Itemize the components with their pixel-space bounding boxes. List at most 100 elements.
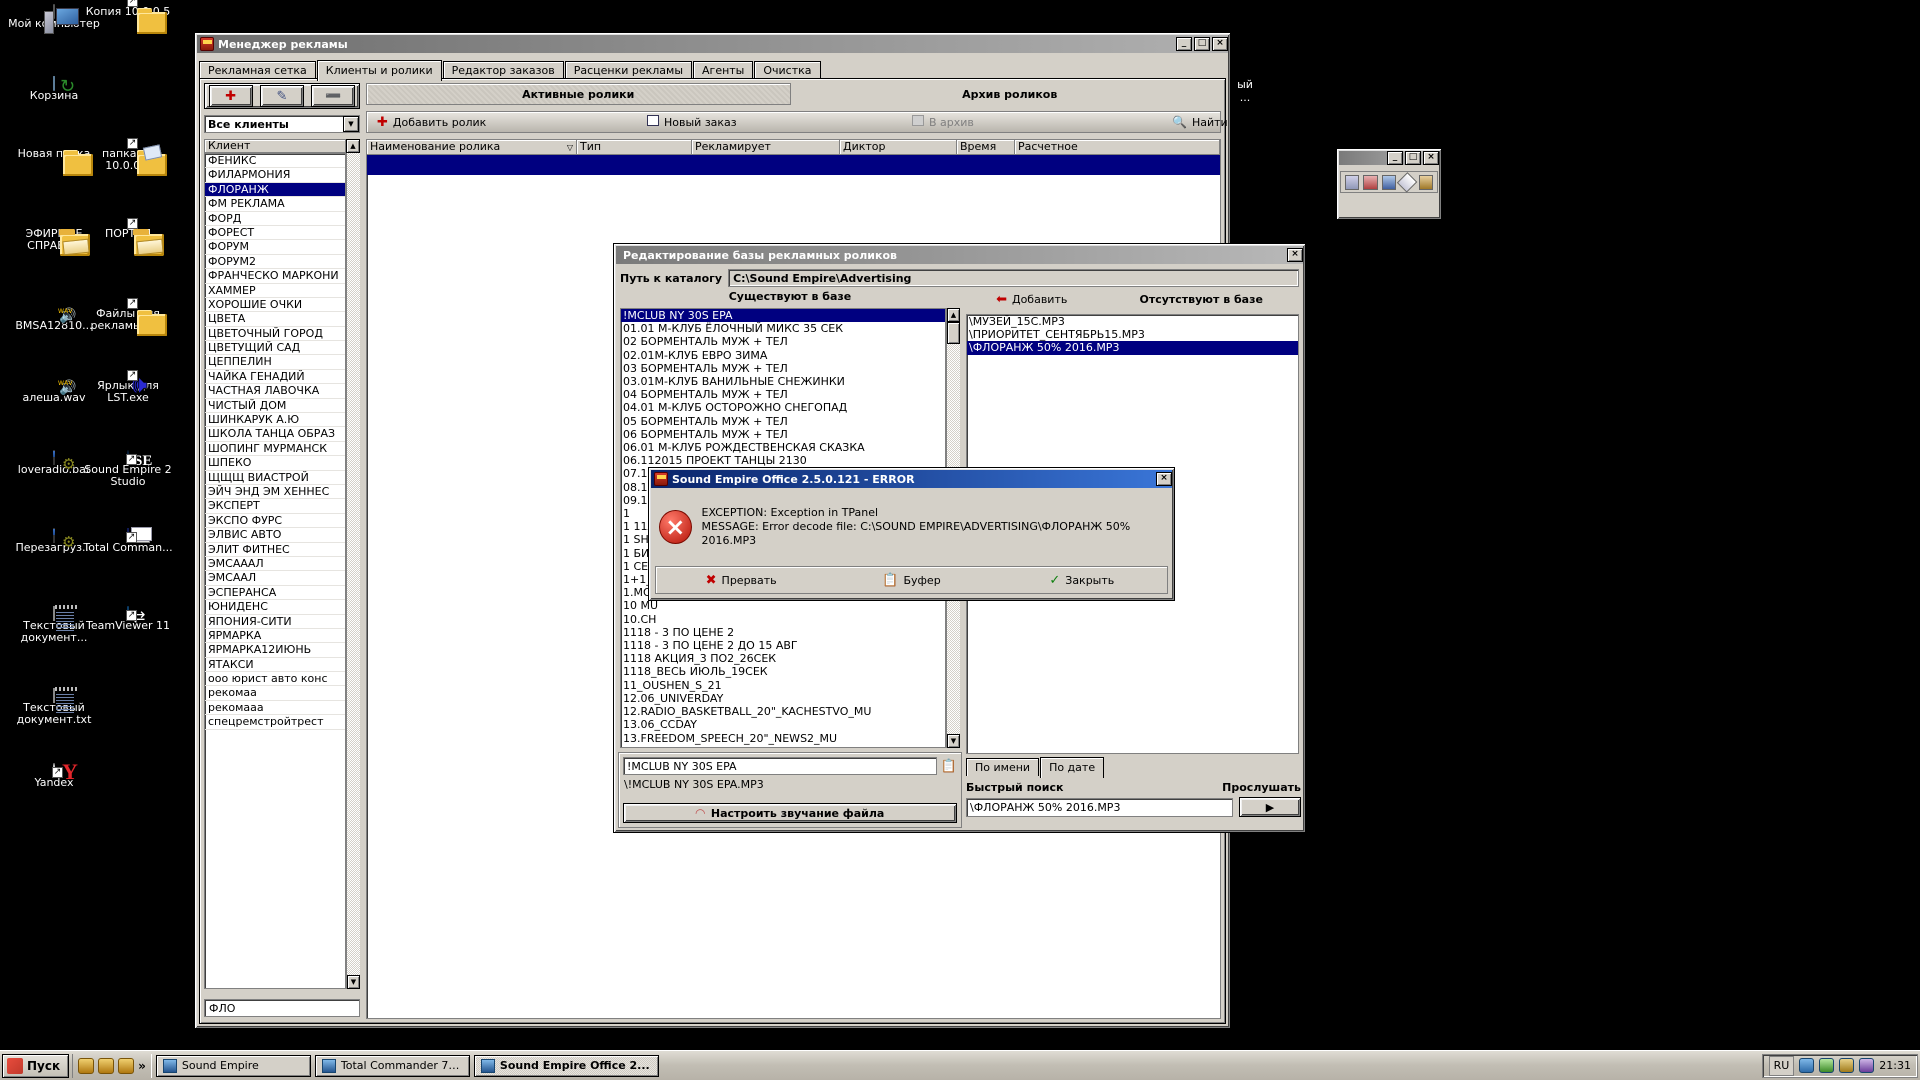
client-list-item[interactable]: ЯТАКСИ bbox=[205, 658, 345, 673]
client-list-item[interactable]: ЭКСПЕРТ bbox=[205, 499, 345, 514]
rolls-grid-selected-row[interactable] bbox=[367, 155, 1220, 175]
toolbar-search-button[interactable]: 🔍 Найти ролик bbox=[1162, 112, 1276, 132]
desktop-icon-network-folder-shortcut-icon[interactable]: ↗ папка на 10.0.0.5 bbox=[82, 138, 174, 176]
client-list-item[interactable]: ЭКСПО ФУРС bbox=[205, 514, 345, 529]
desktop-icon-text-document-icon[interactable]: Текстовый документ.txt bbox=[8, 688, 100, 726]
chevron-down-icon[interactable]: ▼ bbox=[343, 116, 359, 132]
maximize-button[interactable]: □ bbox=[1194, 37, 1210, 51]
desktop-icon-lst-shortcut-icon[interactable]: ↗ Ярлык для LST.exe bbox=[82, 370, 174, 404]
window-tool-icon-1[interactable] bbox=[1345, 174, 1360, 190]
main-tab-3[interactable]: Расценки рекламы bbox=[564, 61, 693, 79]
existing-list-item[interactable]: 06 БОРМЕНТАЛЬ МУЖ + ТЕЛ bbox=[621, 428, 945, 441]
quicklaunch-more-chevron-icon[interactable]: » bbox=[138, 1059, 146, 1073]
client-list-item[interactable]: рекомааа bbox=[205, 701, 345, 716]
client-list-item[interactable]: ФЕНИКС bbox=[205, 154, 345, 169]
client-list-item[interactable]: ФРАНЧЕСКО МАРКОНИ bbox=[205, 269, 345, 284]
left-scroll-thumb[interactable] bbox=[947, 322, 960, 344]
client-list-item[interactable]: ШКОЛА ТАНЦА ОБРАЗ bbox=[205, 427, 345, 442]
play-button[interactable]: ▶ bbox=[1239, 797, 1301, 817]
error-button-clipboard[interactable]: 📋 Буфер bbox=[826, 573, 996, 588]
quicklaunch-save-icon[interactable] bbox=[98, 1057, 115, 1074]
edit-client-button[interactable]: ✎ bbox=[259, 85, 304, 107]
system-tray[interactable]: RU 21:31 bbox=[1761, 1053, 1918, 1078]
client-list-item[interactable]: ЭЛИТ ФИТНЕС bbox=[205, 543, 345, 557]
edit-dialog-close-button[interactable]: × bbox=[1287, 248, 1303, 262]
client-list-item[interactable]: ЭЙЧ ЭНД ЭМ ХЕННЕС bbox=[205, 485, 345, 500]
desktop-icon-folder-shortcut-icon[interactable]: ↗ Файлы для рекламы лав bbox=[82, 298, 174, 336]
client-list-item[interactable]: ЮНИДЕНС bbox=[205, 600, 345, 615]
tab-active-rolls[interactable]: Активные ролики bbox=[366, 83, 791, 105]
client-list-item[interactable]: ФМ РЕКЛАМА bbox=[205, 197, 345, 212]
language-indicator[interactable]: RU bbox=[1768, 1055, 1795, 1076]
toolbar-calendar-button[interactable]: Новый заказ bbox=[637, 112, 902, 132]
client-scrollbar-track[interactable] bbox=[347, 153, 360, 975]
existing-list-item[interactable]: 03.01М-КЛУБ ВАНИЛЬНЫЕ СНЕЖИНКИ bbox=[621, 375, 945, 388]
client-list-item[interactable]: спецремстройтрест bbox=[205, 715, 345, 730]
existing-list-item[interactable]: 02 БОРМЕНТАЛЬ МУЖ + ТЕЛ bbox=[621, 335, 945, 348]
main-tab-4[interactable]: Агенты bbox=[693, 61, 754, 79]
task-buttons[interactable]: Sound Empire Total Commander 7.0 - S... So… bbox=[152, 1054, 659, 1077]
existing-list-item[interactable]: 06.112015 ПРОЕКТ ТАНЦЫ 2130 bbox=[621, 454, 945, 467]
grid-column-header-1[interactable]: Тип bbox=[577, 140, 692, 155]
existing-list-item[interactable]: 04 БОРМЕНТАЛЬ МУЖ + ТЕЛ bbox=[621, 388, 945, 401]
client-list-scroll-down-button[interactable]: ▼ bbox=[347, 975, 360, 989]
existing-list-item[interactable]: 13.06_CCDAY bbox=[621, 718, 945, 731]
existing-list-item[interactable]: !MCLUB NY 30S EPA bbox=[621, 309, 945, 323]
client-list-item[interactable]: ЦВЕТА bbox=[205, 312, 345, 327]
desktop-icon-teamviewer-shortcut-icon[interactable]: ↗TeamViewer 11 bbox=[82, 606, 174, 632]
minimize-button[interactable]: _ bbox=[1176, 37, 1192, 51]
client-list-item[interactable]: ЦВЕТУЩИЙ САД bbox=[205, 341, 345, 356]
client-list-item[interactable]: ЭСПЕРАНСА bbox=[205, 586, 345, 601]
desktop-icon-recycle-bin-icon[interactable]: Корзина bbox=[8, 76, 100, 102]
main-window-titlebar[interactable]: Менеджер рекламы _ □ × bbox=[197, 35, 1228, 53]
existing-list-item[interactable]: 05 БОРМЕНТАЛЬ МУЖ + ТЕЛ bbox=[621, 415, 945, 428]
error-dialog-close-button[interactable]: × bbox=[1156, 472, 1172, 486]
taskbar-button-sound-empire-office[interactable]: Sound Empire Office 2... bbox=[473, 1054, 659, 1077]
desktop-icon-folder-shortcut-icon[interactable]: ↗ Копия 10.0.0.5 bbox=[82, 0, 174, 34]
background-maximize-button[interactable]: □ bbox=[1405, 151, 1421, 165]
error-dialog-titlebar[interactable]: Sound Empire Office 2.5.0.121 - ERROR × bbox=[651, 470, 1172, 488]
client-list-item[interactable]: ЯРМАРКА bbox=[205, 629, 345, 644]
taskbar-button-total-commander[interactable]: Total Commander 7.0 - S... bbox=[314, 1054, 470, 1077]
background-minimize-button[interactable]: _ bbox=[1387, 151, 1403, 165]
desktop-icon-yandex-browser-shortcut-icon[interactable]: ↗Yandex bbox=[8, 763, 100, 789]
grid-column-header-4[interactable]: Время bbox=[957, 140, 1015, 155]
client-list-item[interactable]: ЧАЙКА ГЕНАДИЙ bbox=[205, 370, 345, 385]
client-list-item[interactable]: ФОРД bbox=[205, 212, 345, 226]
grid-column-header-3[interactable]: Диктор bbox=[840, 140, 957, 155]
window-tool-icon-5[interactable] bbox=[1418, 174, 1434, 190]
existing-list-item[interactable]: 03 БОРМЕНТАЛЬ МУЖ + ТЕЛ bbox=[621, 362, 945, 375]
client-list-item[interactable]: ФОРУМ2 bbox=[205, 255, 345, 270]
toolbar-plus-button[interactable]: ✚ Добавить ролик bbox=[367, 112, 637, 132]
client-list-item[interactable]: рекомаа bbox=[205, 686, 345, 701]
client-list-item[interactable]: ФОРУМ bbox=[205, 240, 345, 255]
client-list-item[interactable]: ЯПОНИЯ-СИТИ bbox=[205, 615, 345, 629]
grid-column-header-5[interactable]: Расчетное bbox=[1015, 140, 1220, 155]
quicklaunch-browser-icon[interactable] bbox=[78, 1057, 95, 1074]
missing-list-item[interactable]: \ФЛОРАНЖ 50% 2016.MP3 bbox=[967, 341, 1298, 355]
existing-list-item[interactable]: 13.FREEDOM_SPEECH_20"_NEWS2_MU bbox=[621, 732, 945, 745]
sort-tab-1[interactable]: По дате bbox=[1040, 757, 1105, 778]
existing-list-item[interactable]: 1118 - 3 ПО ЦЕНЕ 2 bbox=[621, 626, 945, 639]
client-list-item[interactable]: ХОРОШИЕ ОЧКИ bbox=[205, 298, 345, 313]
window-tool-icon-3[interactable] bbox=[1381, 174, 1397, 190]
client-list[interactable]: ФЕНИКС ФИЛАРМОНИЯ ФЛОРАНЖ ФМ РЕКЛАМА ФОРД ФОР… bbox=[204, 153, 346, 989]
client-filter-combo[interactable]: Все клиенты ▼ bbox=[204, 115, 360, 133]
antivirus-icon[interactable] bbox=[1859, 1058, 1875, 1073]
client-list-item[interactable]: ФОРЕСТ bbox=[205, 226, 345, 241]
start-button[interactable]: Пуск bbox=[2, 1053, 70, 1078]
client-list-item[interactable]: ЭЛВИС АВТО bbox=[205, 528, 345, 543]
client-list-item[interactable]: ЧИСТЫЙ ДОМ bbox=[205, 399, 345, 414]
edit-dialog-titlebar[interactable]: Редактирование базы рекламных роликов × bbox=[616, 246, 1303, 264]
tab-archive-rolls[interactable]: Архив роликов bbox=[798, 83, 1221, 105]
existing-list-item[interactable]: 12.RADIO_BASKETBALL_20"_KACHESTVO_MU bbox=[621, 705, 945, 718]
client-list-item[interactable]: ЧАСТНАЯ ЛАВОЧКА bbox=[205, 384, 345, 399]
missing-list-item[interactable]: \ПРИОРИТЕТ_СЕНТЯБРЬ15.MP3 bbox=[967, 328, 1298, 341]
client-list-item[interactable]: ЦВЕТОЧНЫЙ ГОРОД bbox=[205, 327, 345, 342]
existing-list-item[interactable]: 1118_ВЕСЬ ИЮЛЬ_19СЕК bbox=[621, 665, 945, 678]
existing-list-item[interactable]: 1118 - 3 ПО ЦЕНЕ 2 ДО 15 АВГ bbox=[621, 639, 945, 652]
client-list-item[interactable]: ооо юрист авто конс bbox=[205, 672, 345, 687]
existing-list-item[interactable]: 06.01 М-КЛУБ РОЖДЕСТВЕНСКАЯ СКАЗКА bbox=[621, 441, 945, 454]
existing-list-item[interactable]: 12.06_UNIVERDAY bbox=[621, 692, 945, 705]
shield-icon[interactable] bbox=[1839, 1058, 1855, 1073]
